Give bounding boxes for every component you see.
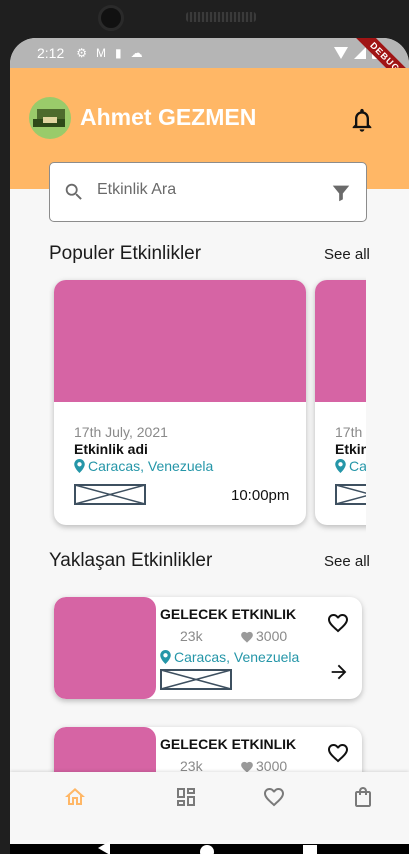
bottom-navigation	[10, 772, 409, 844]
event-location-text: Caracas, Venezuela	[88, 458, 214, 474]
screen: 2:12 ⚙ M ▮ ☁ DEBUG Ahmet GEZMEN Etkinlik…	[10, 38, 409, 854]
heart-filled-icon	[241, 631, 253, 643]
event-location: Caracas, Venezuela	[74, 458, 213, 474]
event-date: 17th	[335, 424, 363, 440]
speaker-grille	[186, 12, 256, 22]
heart-filled-icon	[241, 761, 253, 773]
event-date: 17th July, 2021	[74, 424, 168, 440]
popular-event-card[interactable]: 17th Etkin Ca	[315, 280, 366, 525]
location-pin-icon	[160, 650, 171, 664]
upcoming-see-all-link[interactable]: See all	[324, 553, 370, 570]
image-placeholder-icon	[335, 484, 366, 505]
event-title: GELECEK ETKINLIK	[160, 606, 297, 622]
event-likes: 3000	[240, 628, 287, 644]
event-likes-count: 3000	[256, 628, 288, 644]
popular-carousel[interactable]: 17th July, 2021 Etkinlik adi Caracas, Ve…	[49, 38, 366, 538]
location-pin-icon	[335, 459, 346, 473]
event-name: Etkin	[335, 441, 366, 457]
favorites-icon[interactable]	[262, 785, 286, 809]
arrow-forward-icon[interactable]	[328, 661, 350, 683]
event-image	[315, 280, 366, 402]
camera	[98, 5, 124, 31]
event-location-text: Ca	[349, 458, 366, 474]
system-recents-icon[interactable]	[303, 845, 317, 854]
shopping-bag-icon[interactable]	[351, 785, 375, 809]
upcoming-section-title: Yaklaşan Etkinlikler	[49, 550, 213, 571]
event-location: Ca	[335, 458, 366, 474]
event-title: GELECEK ETKINLIK	[160, 736, 297, 752]
device-frame: 2:12 ⚙ M ▮ ☁ DEBUG Ahmet GEZMEN Etkinlik…	[0, 0, 409, 854]
event-name: Etkinlik adi	[74, 441, 148, 457]
favorite-heart-icon[interactable]	[326, 741, 350, 765]
event-location-text: Caracas, Venezuela	[174, 649, 300, 665]
upcoming-event-card[interactable]: GELECEK ETKINLIK 23k 3000 Caracas, Venez…	[54, 597, 362, 699]
image-placeholder-icon	[74, 484, 146, 505]
dashboard-icon[interactable]	[174, 785, 198, 809]
system-back-icon[interactable]	[98, 841, 110, 854]
event-location: Caracas, Venezuela	[160, 649, 299, 665]
system-home-icon[interactable]	[200, 845, 214, 854]
event-time: 10:00pm	[231, 487, 290, 504]
location-pin-icon	[74, 459, 85, 473]
home-icon[interactable]	[63, 785, 87, 809]
event-image	[54, 280, 306, 402]
image-placeholder-icon	[160, 669, 232, 690]
event-image	[54, 597, 156, 699]
favorite-heart-icon[interactable]	[326, 611, 350, 635]
event-attendee-count: 23k	[180, 628, 203, 644]
popular-event-card[interactable]: 17th July, 2021 Etkinlik adi Caracas, Ve…	[54, 280, 306, 525]
